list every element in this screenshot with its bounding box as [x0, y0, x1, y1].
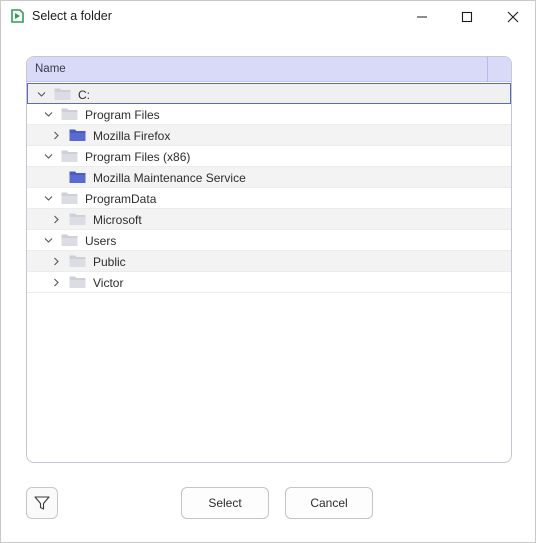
- chevron-down-icon[interactable]: [43, 151, 54, 162]
- tree-row-label: Mozilla Firefox: [93, 129, 171, 143]
- tree-row-label: Public: [93, 255, 126, 269]
- folder-icon: [69, 129, 86, 141]
- chevron-down-icon[interactable]: [43, 193, 54, 204]
- tree-row[interactable]: Program Files (x86): [27, 146, 511, 167]
- tree-row[interactable]: ProgramData: [27, 188, 511, 209]
- tree-row[interactable]: Users: [27, 230, 511, 251]
- tree-row[interactable]: Microsoft: [27, 209, 511, 230]
- select-button[interactable]: Select: [181, 487, 269, 519]
- cancel-button[interactable]: Cancel: [285, 487, 373, 519]
- select-folder-dialog: Select a folder Name C: Program Files Mozi…: [0, 0, 536, 543]
- chevron-down-icon[interactable]: [36, 89, 47, 100]
- tree-row[interactable]: Mozilla Firefox: [27, 125, 511, 146]
- close-button[interactable]: [490, 1, 536, 32]
- tree-row-label: ProgramData: [85, 192, 157, 206]
- folder-icon: [69, 213, 86, 225]
- tree-row[interactable]: Public: [27, 251, 511, 272]
- tree-row[interactable]: Victor: [27, 272, 511, 293]
- folder-icon: [61, 150, 78, 162]
- folder-icon: [69, 255, 86, 267]
- minimize-button[interactable]: [399, 1, 445, 32]
- minimize-icon: [417, 16, 427, 17]
- tree-row[interactable]: Program Files: [27, 104, 511, 125]
- window-title: Select a folder: [32, 9, 112, 23]
- chevron-right-icon[interactable]: [51, 214, 62, 225]
- tree-row-label: Users: [85, 234, 117, 248]
- tree-header: Name: [27, 57, 511, 82]
- tree-row-label: Victor: [93, 276, 124, 290]
- filter-icon: [34, 496, 50, 510]
- chevron-right-icon[interactable]: [51, 130, 62, 141]
- folder-icon: [69, 171, 86, 183]
- chevron-right-icon[interactable]: [51, 277, 62, 288]
- tree-row-label: C:: [78, 88, 90, 102]
- tree-row-label: Program Files: [85, 108, 160, 122]
- filter-button[interactable]: [26, 487, 58, 519]
- chevron-down-icon[interactable]: [43, 235, 54, 246]
- app-logo-icon: [11, 9, 24, 23]
- folder-icon: [61, 192, 78, 204]
- column-divider[interactable]: [487, 57, 488, 82]
- chevron-right-icon[interactable]: [51, 256, 62, 267]
- title-bar: Select a folder: [1, 1, 535, 32]
- close-icon: [507, 11, 519, 22]
- folder-icon: [61, 234, 78, 246]
- tree-row-label: Microsoft: [93, 213, 142, 227]
- tree-row[interactable]: C:: [27, 83, 511, 104]
- folder-icon: [61, 108, 78, 120]
- folder-tree[interactable]: Name C: Program Files Mozilla Firefox Progr…: [26, 56, 512, 463]
- folder-icon: [54, 88, 71, 100]
- column-header-name[interactable]: Name: [35, 63, 66, 75]
- tree-rows: C: Program Files Mozilla Firefox Program Fi…: [27, 83, 511, 293]
- maximize-icon: [461, 11, 473, 22]
- chevron-down-icon[interactable]: [43, 109, 54, 120]
- tree-row-label: Program Files (x86): [85, 150, 191, 164]
- tree-row[interactable]: Mozilla Maintenance Service: [27, 167, 511, 188]
- tree-row-label: Mozilla Maintenance Service: [93, 171, 246, 185]
- folder-icon: [69, 276, 86, 288]
- maximize-button[interactable]: [444, 1, 490, 32]
